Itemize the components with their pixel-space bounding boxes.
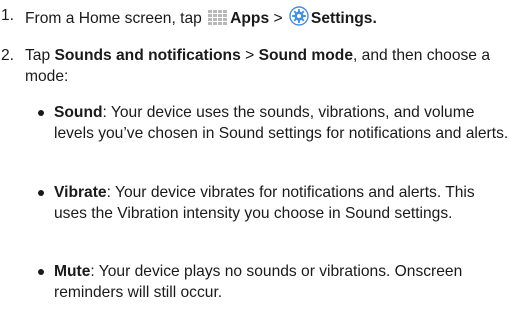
path-separator: > [273, 10, 283, 27]
mode-description: : Your device plays no sounds or vibrati… [54, 263, 463, 301]
apps-label: Apps [230, 10, 270, 27]
step-number: 2. [1, 47, 15, 64]
mode-text: Sound: Your device uses the sounds, vibr… [54, 103, 509, 144]
mode-description: : Your device vibrates for notifications… [54, 184, 475, 222]
gear-icon [289, 6, 309, 33]
bullet-dot [38, 190, 44, 196]
step-text: From a Home screen, tap Apps > Settings. [25, 6, 515, 33]
step-number: 1. [1, 7, 15, 24]
sounds-notifications-label: Sounds and notifications [54, 47, 241, 64]
step-prefix: From a Home screen, tap [25, 10, 202, 27]
step-prefix: Tap [25, 47, 51, 64]
settings-label: Settings [310, 10, 373, 27]
step-text: Tap Sounds and notifications > Sound mod… [25, 46, 515, 87]
path-separator: > [245, 47, 255, 64]
mode-text: Mute: Your device plays no sounds or vib… [54, 262, 509, 303]
bullet-dot [38, 269, 44, 275]
apps-grid-icon [208, 10, 228, 33]
mode-text: Vibrate: Your device vibrates for notifi… [54, 183, 509, 224]
mode-description: : Your device uses the sounds, vibration… [54, 104, 509, 142]
mode-label: Sound [54, 104, 103, 121]
mode-label: Vibrate [54, 184, 107, 201]
step-end: . [372, 10, 377, 27]
sound-mode-label: Sound mode [258, 47, 353, 64]
bullet-dot [38, 110, 44, 116]
mode-label: Mute [54, 263, 91, 280]
